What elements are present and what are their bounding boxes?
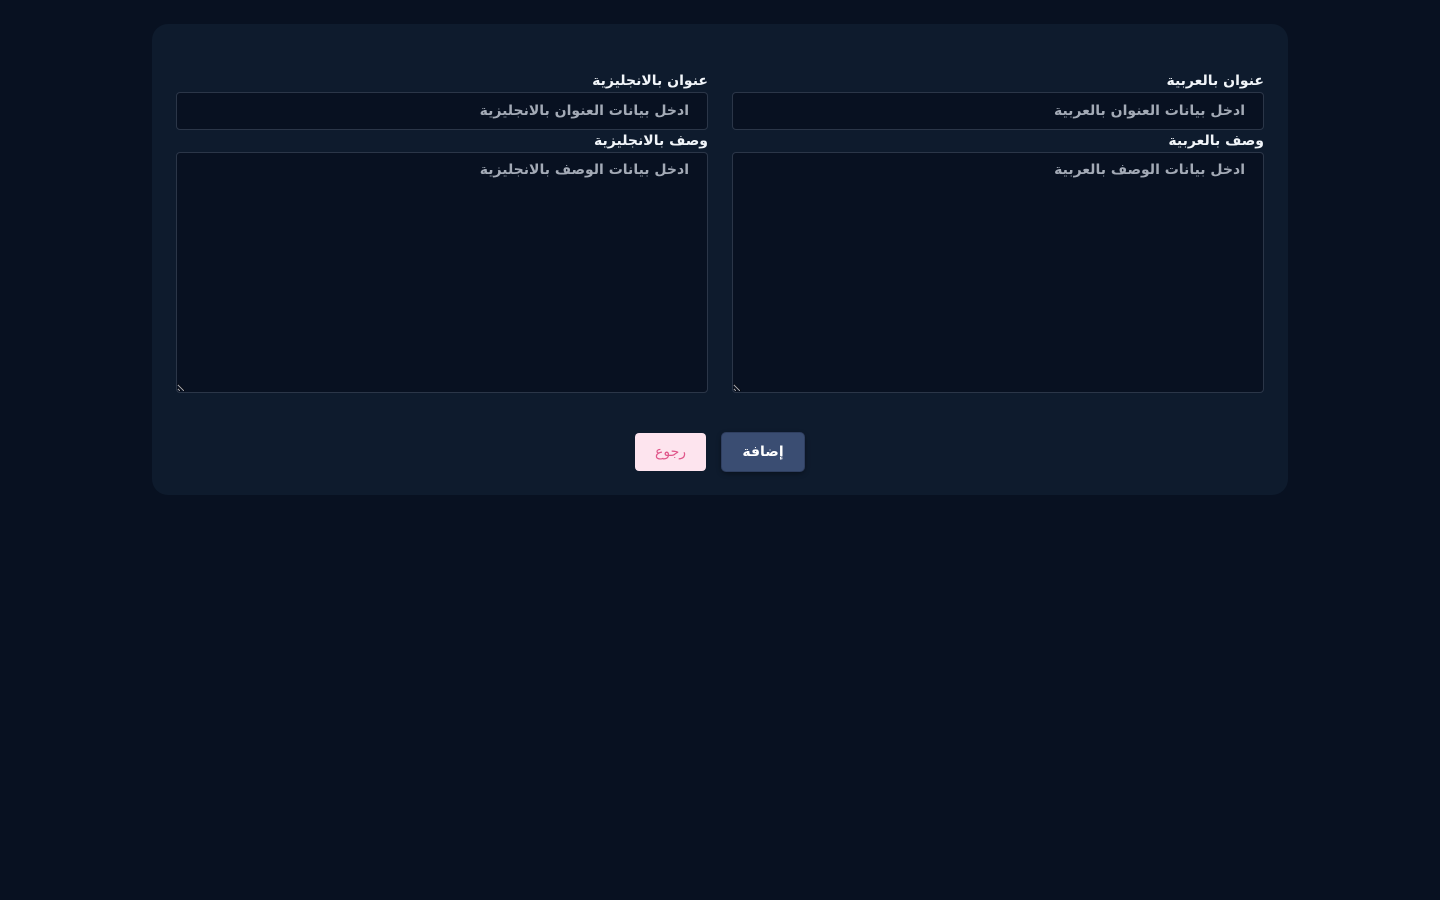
back-button[interactable]: رجوع <box>635 433 706 471</box>
title-en-input[interactable] <box>176 92 708 130</box>
title-en-label: عنوان بالانجليزية <box>592 73 708 89</box>
title-ar-input[interactable] <box>732 92 1264 130</box>
desc-en-textarea[interactable] <box>176 152 708 393</box>
add-button[interactable]: إضافة <box>722 433 804 471</box>
title-ar-label: عنوان بالعربية <box>1166 73 1264 89</box>
desc-ar-label: وصف بالعربية <box>1168 133 1264 149</box>
desc-ar-textarea[interactable] <box>732 152 1264 393</box>
form-card: عنوان بالعربية عنوان بالانجليزية وصف بال… <box>152 24 1288 495</box>
desc-en-label: وصف بالانجليزية <box>594 133 708 149</box>
